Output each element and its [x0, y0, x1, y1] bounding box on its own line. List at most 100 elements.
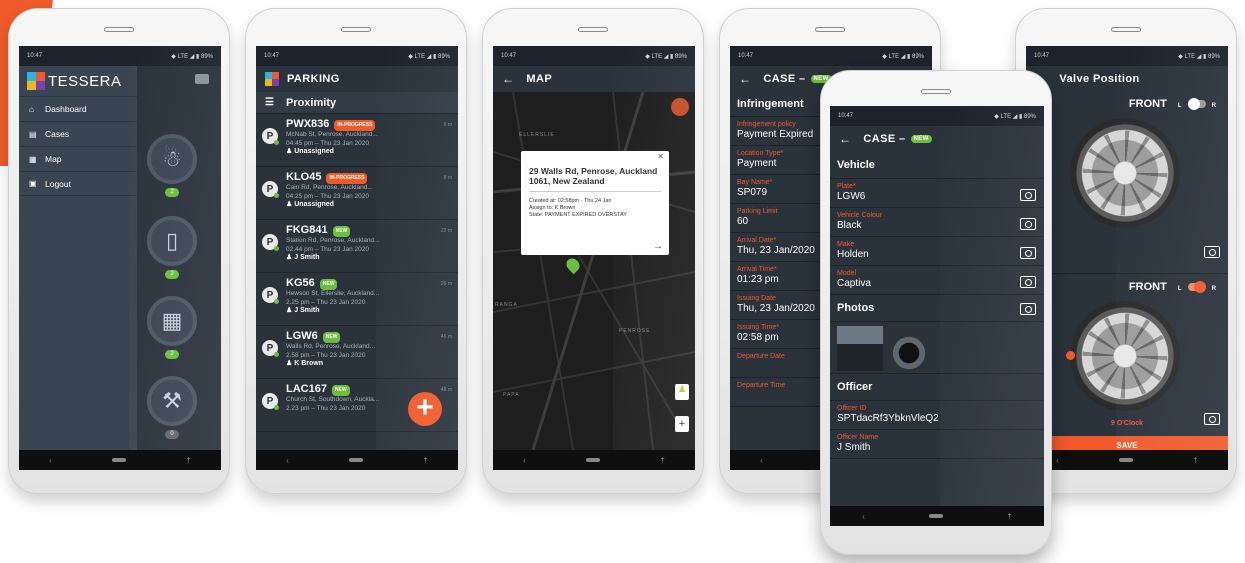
back-nav-icon[interactable]: ‹ [49, 456, 52, 465]
back-arrow-icon[interactable]: ← [502, 72, 514, 86]
back-nav-icon[interactable]: ‹ [862, 512, 865, 521]
status-badge: IN-PROGRESS [334, 120, 376, 131]
list-item-text: KG56 NEW Hewson St, Ellerslie, Auckland...… [286, 277, 379, 321]
app-showcase: 10:47 ◆ LTE ◢ ▮ 89% ☃ 2 ▯ 2 ▦ 2 ⚒ 0 TESSE… [0, 0, 1245, 563]
side-toggle[interactable] [1187, 98, 1206, 111]
camera-icon[interactable] [1020, 189, 1036, 201]
parking-list-item[interactable]: P KG56 NEW Hewson St, Ellerslie, Auckland..… [256, 273, 458, 326]
field-value: Captiva [837, 278, 871, 289]
tessera-logo-icon [265, 72, 279, 86]
notification-icon[interactable] [195, 74, 209, 84]
trash-icon[interactable]: ▯ [147, 216, 197, 266]
field-label: Officer ID [837, 405, 867, 412]
speaker-grille [921, 89, 951, 94]
home-nav-icon[interactable] [349, 458, 364, 462]
close-icon[interactable]: ✕ [657, 153, 664, 161]
assignee: ♟ Unassigned [286, 148, 378, 157]
menu-item-dashboard[interactable]: ⌂ Dashboard [19, 96, 137, 121]
officer-fields: Officer ID SPTdacRf3YbknVleQ2 Officer Name… [830, 401, 1044, 459]
form-field[interactable]: Model Captiva [830, 266, 1044, 295]
zoom-in-button[interactable]: + [675, 416, 689, 432]
plate-number: FKG841 [286, 224, 328, 236]
distance: 48 m [440, 387, 452, 393]
online-dot [274, 405, 279, 410]
dog-icon[interactable]: ☃ [147, 134, 197, 184]
assignee-name: Unassigned [294, 148, 334, 155]
count-badge: 2 [165, 350, 179, 359]
field-label: Plate* [837, 183, 856, 190]
camera-icon[interactable] [1204, 246, 1220, 258]
parking-list-item[interactable]: P KLO45 IN-PROGRESS Cain Rd, Penrose, Auckl… [256, 167, 458, 220]
menu-item-cases[interactable]: ▤ Cases [19, 121, 137, 146]
valve-marker[interactable] [1066, 351, 1075, 360]
up-nav-icon[interactable]: † [423, 456, 427, 465]
back-arrow-icon[interactable]: ← [839, 132, 851, 146]
status-badge: NEW [319, 279, 338, 290]
form-field[interactable]: Officer Name J Smith [830, 430, 1044, 459]
parking-p-icon: P [262, 340, 279, 357]
status-icons: ◆ LTE ◢ ▮ 89% [882, 53, 924, 60]
status-badge: NEW [322, 332, 341, 343]
distance: 6 m [443, 122, 452, 128]
camera-icon[interactable] [1020, 303, 1036, 315]
street-view-icon[interactable]: ♟ [675, 384, 689, 400]
back-nav-icon[interactable]: ‹ [523, 456, 526, 465]
form-field[interactable]: Vehicle Colour Black [830, 208, 1044, 237]
form-field[interactable]: Make Holden [830, 237, 1044, 266]
distance: 8 m [443, 175, 452, 181]
field-label: Make [837, 241, 855, 248]
menu-item-map[interactable]: ▦ Map [19, 146, 137, 171]
back-nav-icon[interactable]: ‹ [760, 456, 763, 465]
camera-icon[interactable] [1020, 247, 1036, 259]
plate-number: LGW6 [286, 330, 318, 342]
building-icon[interactable]: ▦ [147, 296, 197, 346]
arrow-right-icon[interactable]: → [653, 242, 663, 252]
up-nav-icon[interactable]: † [1193, 456, 1197, 465]
status-time: 10:47 [838, 113, 854, 119]
timestamp: 04:25 pm – Thu 23 Jan 2020 [286, 192, 369, 200]
valve-clock-position: 9 O'Clock [1110, 420, 1143, 427]
back-nav-icon[interactable]: ‹ [1056, 456, 1059, 465]
parking-list-item[interactable]: P FKG841 NEW Station Rd, Penrose, Auckland.… [256, 220, 458, 273]
menu-item-logout[interactable]: ▣ Logout [19, 171, 137, 196]
distance: 22 m [440, 228, 452, 234]
back-arrow-icon[interactable]: ← [739, 72, 751, 86]
map-view[interactable]: ELLERSLIE PENROSE PAPA RANGA ♟ + [493, 91, 695, 451]
home-nav-icon[interactable] [112, 458, 127, 462]
add-case-button[interactable]: + [408, 392, 442, 426]
save-button[interactable]: SAVE [1026, 436, 1228, 450]
address: Cain Rd, Penrose, Auckland... [286, 184, 373, 191]
up-nav-icon[interactable]: † [660, 456, 664, 465]
location-marker[interactable] [671, 98, 689, 116]
camera-icon[interactable] [1204, 413, 1220, 425]
list-item-text: FKG841 NEW Station Rd, Penrose, Auckland..… [286, 224, 380, 268]
app-bar: ← CASE – NEW [830, 126, 1044, 152]
form-field[interactable]: Officer ID SPTdacRf3YbknVleQ2 [830, 401, 1044, 430]
home-nav-icon[interactable] [1119, 458, 1134, 462]
vehicle-photo[interactable] [837, 326, 883, 371]
home-nav-icon[interactable] [586, 458, 601, 462]
page-title: PARKING [287, 73, 340, 85]
home-nav-icon[interactable] [929, 514, 944, 518]
assignee-name: J Smith [294, 254, 320, 261]
back-nav-icon[interactable]: ‹ [286, 456, 289, 465]
info-popup: ✕ 29 Walls Rd, Penrose, Auckland 1061, N… [521, 151, 669, 255]
vehicle-photo[interactable] [886, 326, 932, 371]
field-value: SPTdacRf3YbknVleQ2 [837, 413, 939, 424]
side-toggle[interactable] [1187, 281, 1206, 294]
vehicle-fields: Plate* LGW6 Vehicle Colour Black Make Holden M… [830, 179, 1044, 295]
online-dot [274, 299, 279, 304]
camera-icon[interactable] [1020, 276, 1036, 288]
camera-icon[interactable] [1020, 218, 1036, 230]
gavel-icon[interactable]: ⚒ [147, 376, 197, 426]
sort-bar[interactable]: ☰ Proximity [256, 92, 458, 114]
status-badge: IN-PROGRESS [326, 173, 368, 184]
timestamp: 02.44 pm – Thu 23 Jan 2020 [286, 245, 369, 253]
popup-created: Created at: 02:58pm - Thu 24 Jan [529, 198, 612, 204]
form-field[interactable]: Plate* LGW6 [830, 179, 1044, 208]
up-nav-icon[interactable]: † [1007, 512, 1011, 521]
up-nav-icon[interactable]: † [186, 456, 190, 465]
status-bar: 10:47 ◆ LTE ◢ ▮ 89% [730, 46, 932, 66]
parking-list-item[interactable]: P LGW6 NEW Walls Rd, Penrose, Auckland... 2.… [256, 326, 458, 379]
parking-list-item[interactable]: P PWX836 IN-PROGRESS McNab St, Penrose, Auc… [256, 114, 458, 167]
